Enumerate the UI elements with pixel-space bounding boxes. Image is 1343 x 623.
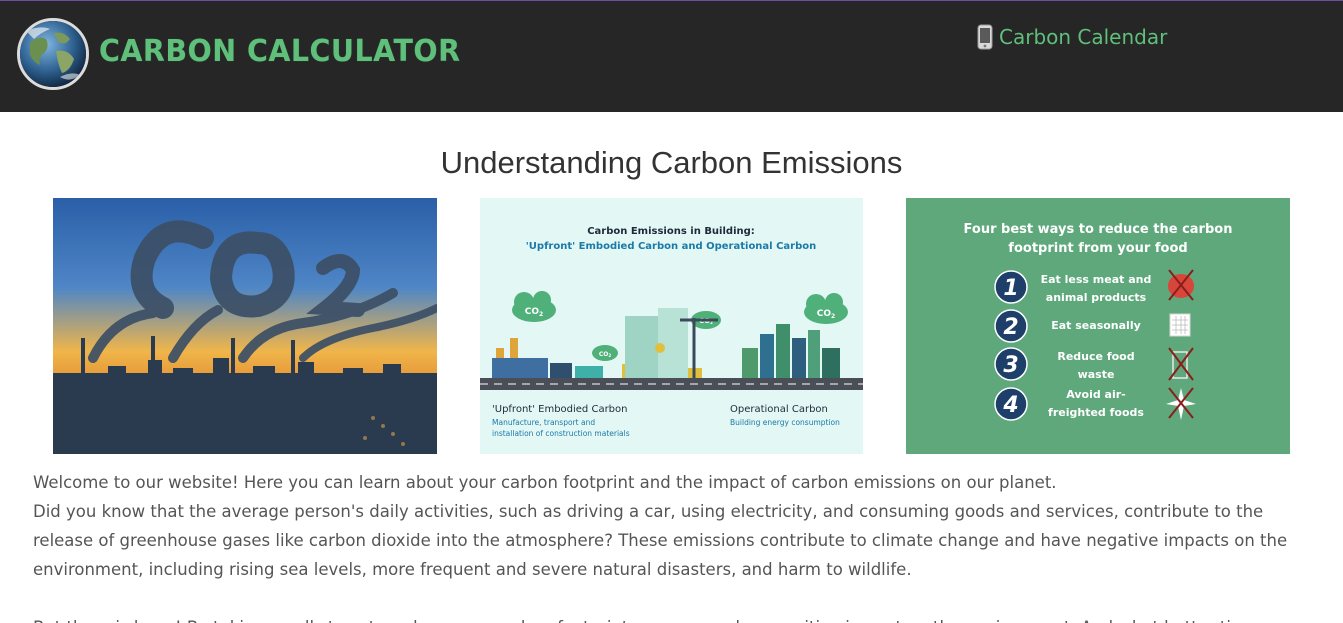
co2-smoke-image (53, 198, 437, 454)
svg-text:Avoid air-: Avoid air- (1066, 388, 1126, 401)
site-header: Carbon Calculator Carbon Calendar (0, 0, 1343, 112)
phone-icon (976, 24, 994, 50)
meat-icon (1168, 269, 1194, 301)
intro-paragraph-1: Welcome to our website! Here you can lea… (33, 473, 1057, 492)
food-tips-image: Four best ways to reduce the carbon foot… (906, 198, 1290, 454)
building-subtitle: 'Upfront' Embodied Carbon and Operationa… (526, 241, 817, 252)
nav-link-label: Carbon Calendar (999, 25, 1168, 49)
svg-text:3: 3 (1003, 353, 1018, 378)
svg-text:4: 4 (1002, 393, 1018, 418)
intro-text: Welcome to our website! Here you can lea… (33, 468, 1318, 623)
svg-text:waste: waste (1078, 368, 1115, 381)
co2-cloud-small: CO2 (592, 345, 618, 361)
embodied-desc-1: Manufacture, transport and (492, 418, 595, 427)
food-title-2: footprint from your food (1008, 241, 1187, 256)
operational-label: Operational Carbon (730, 404, 828, 415)
calendar-icon (1169, 313, 1191, 337)
intro-paragraph-3: But there is hope! By taking small steps… (33, 613, 1318, 623)
nav-carbon-calendar[interactable]: Carbon Calendar (976, 23, 1167, 51)
svg-text:2: 2 (1003, 315, 1018, 340)
building-emissions-image: Carbon Emissions in Building: 'Upfront' … (480, 198, 863, 454)
embodied-desc-2: installation of construction materials (492, 429, 630, 438)
embodied-label: 'Upfront' Embodied Carbon (492, 404, 628, 415)
svg-text:Eat seasonally: Eat seasonally (1051, 319, 1141, 332)
svg-text:Eat less meat and: Eat less meat and (1041, 273, 1152, 286)
globe-icon[interactable] (17, 18, 89, 90)
building-title: Carbon Emissions in Building: (587, 226, 755, 237)
svg-text:CO2: CO2 (599, 351, 612, 358)
svg-text:animal products: animal products (1046, 291, 1147, 304)
svg-text:freighted foods: freighted foods (1048, 406, 1144, 419)
svg-text:1: 1 (1003, 276, 1018, 301)
site-title[interactable]: Carbon Calculator (99, 34, 461, 69)
operational-desc: Building energy consumption (730, 418, 840, 427)
svg-text:Reduce food: Reduce food (1057, 350, 1134, 363)
food-title-1: Four best ways to reduce the carbon (964, 222, 1233, 237)
intro-paragraph-2: Did you know that the average person's d… (33, 502, 1288, 579)
page-title: Understanding Carbon Emissions (440, 145, 903, 180)
